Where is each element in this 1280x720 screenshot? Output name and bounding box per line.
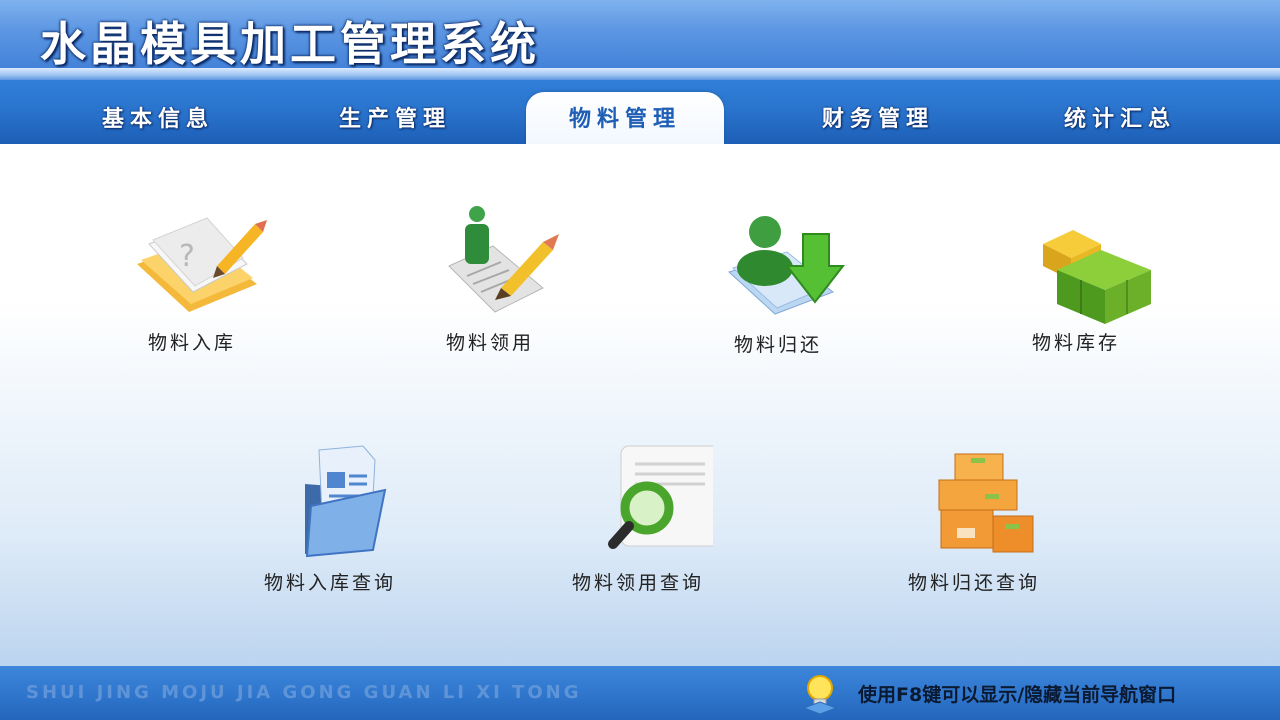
tile-label: 物料入库 [147, 332, 236, 354]
tile-label: 物料归还 [733, 334, 822, 356]
lightbulb-icon [800, 672, 840, 716]
tile-label: 物料入库查询 [263, 572, 396, 594]
notebook-pencil-icon: ? [117, 204, 267, 324]
tab-basic-info[interactable]: 基本信息 [58, 92, 258, 144]
tile-label: 物料库存 [1031, 332, 1120, 354]
tile-material-return[interactable]: 物料归还 [678, 206, 878, 357]
footer-slogan: SHUI JING MOJU JIA GONG GUAN LI XI TONG [26, 682, 582, 703]
svg-text:?: ? [179, 239, 195, 274]
folder-documents-icon [255, 444, 405, 564]
tile-label: 物料领用查询 [571, 572, 704, 594]
module-panel: ? 物料入库 物料领用 物料归还 物料库存 物料入库查询 物料领用查询 物料归还… [0, 144, 1280, 666]
tile-label: 物料归还查询 [907, 572, 1040, 594]
header-stripe [0, 68, 1280, 80]
tab-statistics[interactable]: 统计汇总 [1020, 92, 1220, 144]
tab-production[interactable]: 生产管理 [295, 92, 495, 144]
tile-requisition-query[interactable]: 物料领用查询 [538, 444, 738, 595]
user-down-arrow-icon [703, 206, 853, 326]
tab-finance[interactable]: 财务管理 [778, 92, 978, 144]
tile-inbound-query[interactable]: 物料入库查询 [230, 444, 430, 595]
tile-material-inbound[interactable]: ? 物料入库 [92, 204, 292, 355]
person-document-pencil-icon [415, 204, 565, 324]
main-nav: 基本信息 生产管理 物料管理 财务管理 统计汇总 [0, 80, 1280, 144]
status-bar: SHUI JING MOJU JIA GONG GUAN LI XI TONG … [0, 666, 1280, 720]
app-title: 水晶模具加工管理系统 [40, 17, 540, 71]
green-cubes-icon [1001, 204, 1151, 324]
footer-hint: 使用F8键可以显示/隐藏当前导航窗口 [858, 684, 1177, 706]
tile-return-query[interactable]: 物料归还查询 [874, 444, 1074, 595]
tile-material-requisition[interactable]: 物料领用 [390, 204, 590, 355]
title-bar: 水晶模具加工管理系统 [0, 0, 1280, 74]
stacked-boxes-icon [899, 444, 1049, 564]
document-magnifier-icon [563, 444, 720, 564]
tab-materials[interactable]: 物料管理 [526, 92, 724, 144]
tile-material-inventory[interactable]: 物料库存 [976, 204, 1176, 355]
tile-label: 物料领用 [445, 332, 534, 354]
